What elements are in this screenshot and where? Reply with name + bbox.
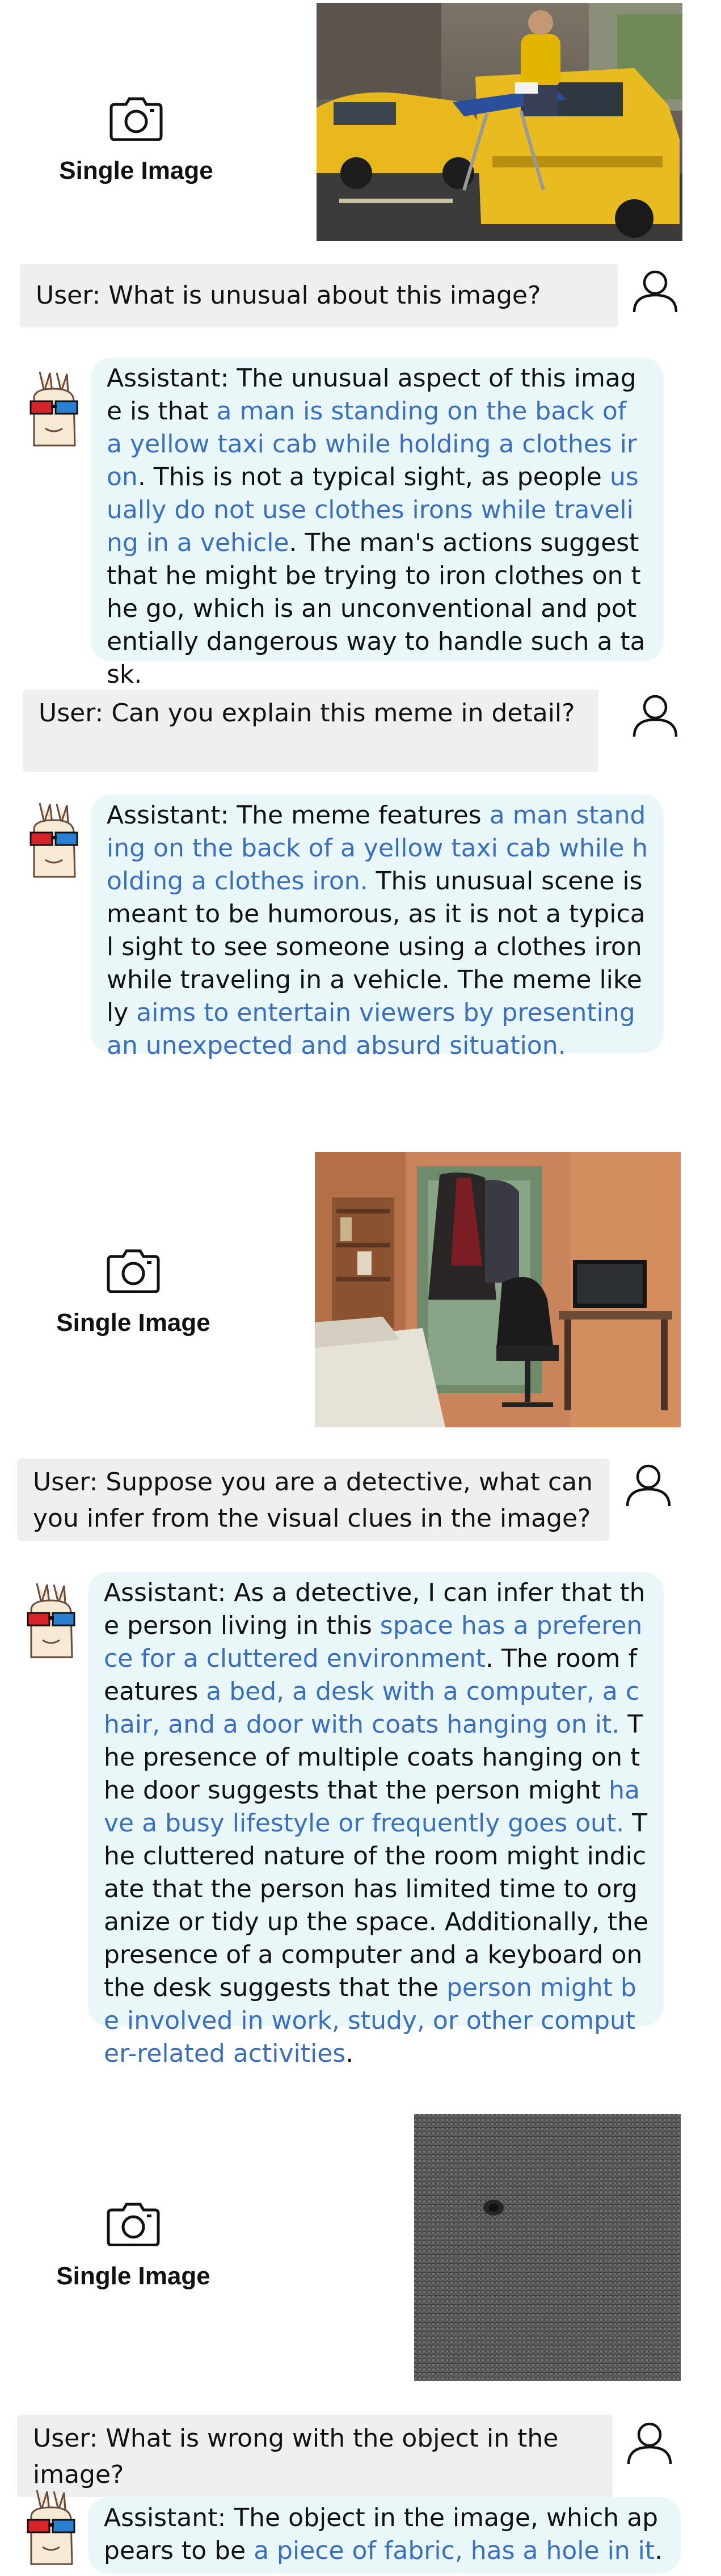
camera-icon: [107, 2203, 160, 2246]
single-image-label: Single Image: [59, 157, 213, 184]
assistant-message-2: Assistant: The meme features a man stand…: [91, 795, 664, 1060]
assistant-text-a: The meme features: [229, 801, 490, 830]
llama-avatar-icon: [29, 802, 78, 878]
single-image-marker-3: Single Image: [43, 2202, 224, 2291]
assistant-message-1: Assistant: The unusual aspect of this im…: [91, 358, 664, 689]
taxi-ironing-photo: [317, 3, 682, 241]
llama-avatar-icon: [29, 371, 78, 447]
user-prefix: User:: [39, 699, 104, 728]
user-question: What is unusual about this image?: [100, 281, 541, 310]
user-prefix: User:: [33, 2424, 98, 2453]
assistant-prefix: Assistant:: [107, 801, 229, 830]
assistant-text-b: . This is not a typical sight, as people: [137, 463, 610, 491]
assistant-prefix: Assistant:: [104, 1578, 226, 1607]
camera-icon: [109, 97, 163, 141]
user-message-1: User: What is unusual about this image?: [20, 264, 618, 327]
person-icon: [633, 270, 678, 313]
camera-icon: [107, 1249, 160, 1293]
user-prefix: User:: [33, 1468, 98, 1497]
single-image-label: Single Image: [56, 1309, 210, 1337]
person-icon: [633, 695, 678, 737]
single-image-marker-1: Single Image: [45, 96, 227, 185]
assistant-message-4: Assistant: The object in the image, whic…: [88, 2497, 681, 2574]
user-question: Can you explain this meme in detail?: [103, 699, 575, 728]
user-message-2: User: Can you explain this meme in detai…: [23, 690, 598, 772]
assistant-prefix: Assistant:: [107, 364, 229, 393]
assistant-message-3: Assistant: As a detective, I can infer t…: [88, 1572, 664, 2068]
single-image-label: Single Image: [56, 2262, 210, 2290]
llama-avatar-icon: [27, 1583, 75, 1658]
assistant-highlight-a: a piece of fabric, has a hole in it: [254, 2536, 655, 2565]
user-prefix: User:: [36, 281, 101, 310]
assistant-text-b: .: [655, 2536, 663, 2565]
user-question: What is wrong with the object in the ima…: [33, 2424, 559, 2489]
user-message-4: User: What is wrong with the object in t…: [17, 2415, 613, 2497]
person-icon: [627, 2422, 672, 2465]
assistant-text-e: .: [345, 2039, 354, 2068]
single-image-marker-2: Single Image: [43, 1249, 224, 1337]
fabric-hole-photo: [414, 2114, 681, 2381]
assistant-prefix: Assistant:: [104, 2503, 226, 2532]
user-message-3: User: Suppose you are a detective, what …: [17, 1459, 610, 1541]
llama-avatar-icon: [27, 2490, 75, 2565]
cluttered-room-photo: [315, 1152, 681, 1427]
person-icon: [626, 1464, 671, 1507]
assistant-highlight-b: aims to entertain viewers by presenting …: [107, 998, 635, 1060]
user-question: Suppose you are a detective, what can yo…: [33, 1468, 593, 1533]
